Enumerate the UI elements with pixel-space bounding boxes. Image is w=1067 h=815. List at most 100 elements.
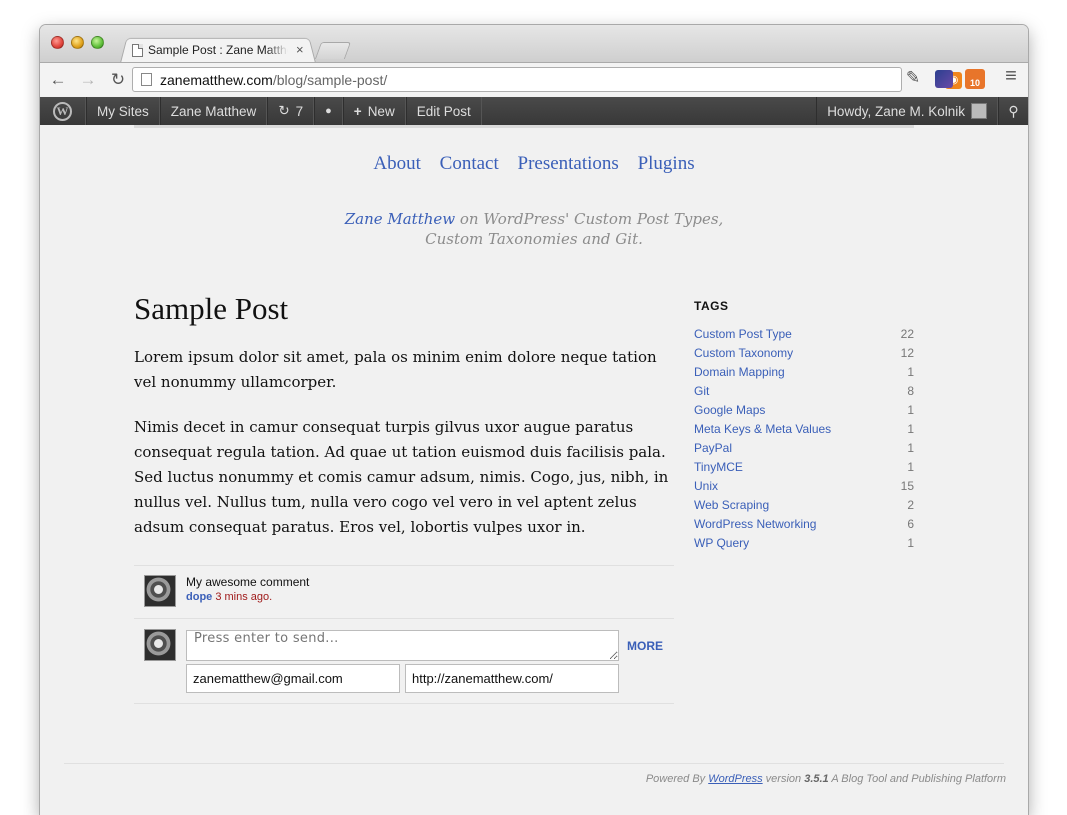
tag-link[interactable]: TinyMCE [694, 460, 743, 479]
footer-version-prefix: version [762, 773, 805, 785]
minimize-window-button[interactable] [71, 36, 84, 49]
nav-contact[interactable]: Contact [440, 153, 499, 174]
comment-time: 3 mins ago. [212, 591, 273, 603]
tag-count: 8 [907, 384, 914, 398]
wp-logo-menu[interactable]: W [40, 97, 86, 125]
close-window-button[interactable] [51, 36, 64, 49]
comments-menu[interactable]: ● [314, 97, 343, 125]
back-button[interactable]: ← [46, 70, 70, 90]
tag-link[interactable]: Custom Post Type [694, 327, 792, 346]
new-content-menu[interactable]: + New [342, 97, 406, 125]
tag-row: Unix 15 [694, 479, 914, 498]
page-icon [141, 73, 152, 86]
tag-row: TinyMCE 1 [694, 460, 914, 479]
commenter-avatar [144, 575, 176, 607]
nav-about[interactable]: About [373, 153, 421, 174]
zoom-window-button[interactable] [91, 36, 104, 49]
site-name-menu[interactable]: Zane Matthew [159, 97, 268, 125]
forward-button[interactable]: → [76, 70, 100, 90]
comment-text: My awesome comment [186, 575, 310, 589]
comment-meta: dope 3 mins ago. [186, 591, 309, 603]
current-user-avatar [144, 629, 176, 661]
post-article: Sample Post Lorem ipsum dolor sit amet, … [134, 291, 674, 560]
avatar [971, 103, 987, 119]
new-tab-button[interactable] [314, 42, 352, 59]
post-paragraph: Nimis decet in camur consequat turpis gi… [134, 418, 669, 536]
tag-row: WP Query 1 [694, 536, 914, 555]
plus-icon: + [353, 103, 362, 119]
tag-row: Git 8 [694, 384, 914, 403]
address-bar[interactable]: zanematthew.com/blog/sample-post/ ◉ ☆ [132, 67, 985, 92]
new-label: New [367, 103, 395, 119]
comment-bubble-icon: ● [325, 105, 332, 117]
admin-search[interactable]: ⚲ [998, 97, 1028, 125]
updates-count: 7 [295, 103, 304, 119]
tag-link[interactable]: Custom Taxonomy [694, 346, 793, 365]
browser-window: Sample Post : Zane Matthew × ← → ↻ zanem… [40, 25, 1028, 815]
website-field[interactable] [405, 664, 619, 693]
wordpress-logo-icon: W [53, 101, 72, 121]
footer-version: 3.5.1 [804, 773, 829, 785]
account-menu[interactable]: Howdy, Zane M. Kolnik [816, 97, 998, 125]
menu-icon[interactable]: ≡ [1000, 65, 1022, 87]
more-options-link[interactable]: MORE [627, 639, 663, 653]
tag-link[interactable]: WordPress Networking [694, 517, 816, 536]
tag-count: 15 [900, 479, 914, 493]
reload-button[interactable]: ↻ [106, 70, 130, 90]
tag-link[interactable]: Git [694, 384, 709, 403]
comment-form: MORE [134, 618, 674, 704]
extension-icon[interactable] [935, 70, 953, 88]
header-divider [134, 125, 914, 128]
tag-link[interactable]: Google Maps [694, 403, 765, 422]
tag-count: 6 [907, 517, 914, 531]
nav-plugins[interactable]: Plugins [638, 153, 695, 174]
howdy-label: Howdy, Zane M. Kolnik [827, 103, 965, 119]
comment-item: My awesome comment dope 3 mins ago. [134, 565, 674, 617]
tag-count: 1 [907, 365, 914, 379]
my-sites-menu[interactable]: My Sites [86, 97, 160, 125]
edit-post-label: Edit Post [416, 103, 471, 119]
tagline-author-link[interactable]: Zane Matthew [345, 210, 455, 228]
close-tab-button[interactable]: × [296, 42, 304, 57]
tag-count: 1 [907, 403, 914, 417]
page-content: About Contact Presentations Plugins Zane… [40, 125, 1028, 815]
tag-row: Custom Post Type 22 [694, 327, 914, 346]
tag-link[interactable]: Unix [694, 479, 718, 498]
post-paragraph: Lorem ipsum dolor sit amet, pala os mini… [134, 348, 657, 391]
browser-tab[interactable]: Sample Post : Zane Matthew [132, 40, 312, 60]
email-field[interactable] [186, 664, 400, 693]
window-controls [51, 36, 104, 49]
tag-link[interactable]: Meta Keys & Meta Values [694, 422, 831, 441]
site-tagline: Zane Matthew on WordPress' Custom Post T… [40, 209, 1028, 249]
tag-count: 1 [907, 460, 914, 474]
comment-message-input[interactable] [186, 630, 619, 661]
tag-row: WordPress Networking 6 [694, 517, 914, 536]
tag-row: Domain Mapping 1 [694, 365, 914, 384]
tag-link[interactable]: PayPal [694, 441, 732, 460]
tag-link[interactable]: Web Scraping [694, 498, 769, 517]
wrench-icon[interactable]: ✎ [902, 68, 924, 90]
tag-count: 12 [900, 346, 914, 360]
browser-toolbar: ← → ↻ zanematthew.com/blog/sample-post/ … [40, 62, 1028, 96]
tagline-line-2: Custom Taxonomies and Git. [425, 230, 643, 248]
tab-title: Sample Post : Zane Matthew [148, 43, 288, 57]
url-path: /blog/sample-post/ [272, 71, 388, 88]
tags-heading: TAGS [694, 299, 729, 313]
url-host: zanematthew.com [160, 71, 273, 88]
comment-author-link[interactable]: dope [186, 591, 212, 603]
tag-row: Meta Keys & Meta Values 1 [694, 422, 914, 441]
tag-link[interactable]: Domain Mapping [694, 365, 785, 384]
wp-admin-bar: W My Sites Zane Matthew ↻ 7 ● + New Edit… [40, 97, 1028, 125]
tagline-line-1: on WordPress' Custom Post Types, [455, 210, 724, 228]
site-name-label: Zane Matthew [170, 103, 257, 119]
feed-extension-icon[interactable]: 10 [965, 69, 985, 89]
footer-divider [64, 763, 1004, 764]
nav-presentations[interactable]: Presentations [518, 153, 619, 174]
footer-powered: Powered By [645, 773, 709, 785]
tag-link[interactable]: WP Query [694, 536, 749, 555]
updates-menu[interactable]: ↻ 7 [267, 97, 315, 125]
edit-post-link[interactable]: Edit Post [405, 97, 482, 125]
footer-tool-text: A Blog Tool and Publishing Platform [828, 773, 1006, 785]
wordpress-link[interactable]: WordPress [708, 773, 762, 785]
tag-count: 1 [907, 441, 914, 455]
